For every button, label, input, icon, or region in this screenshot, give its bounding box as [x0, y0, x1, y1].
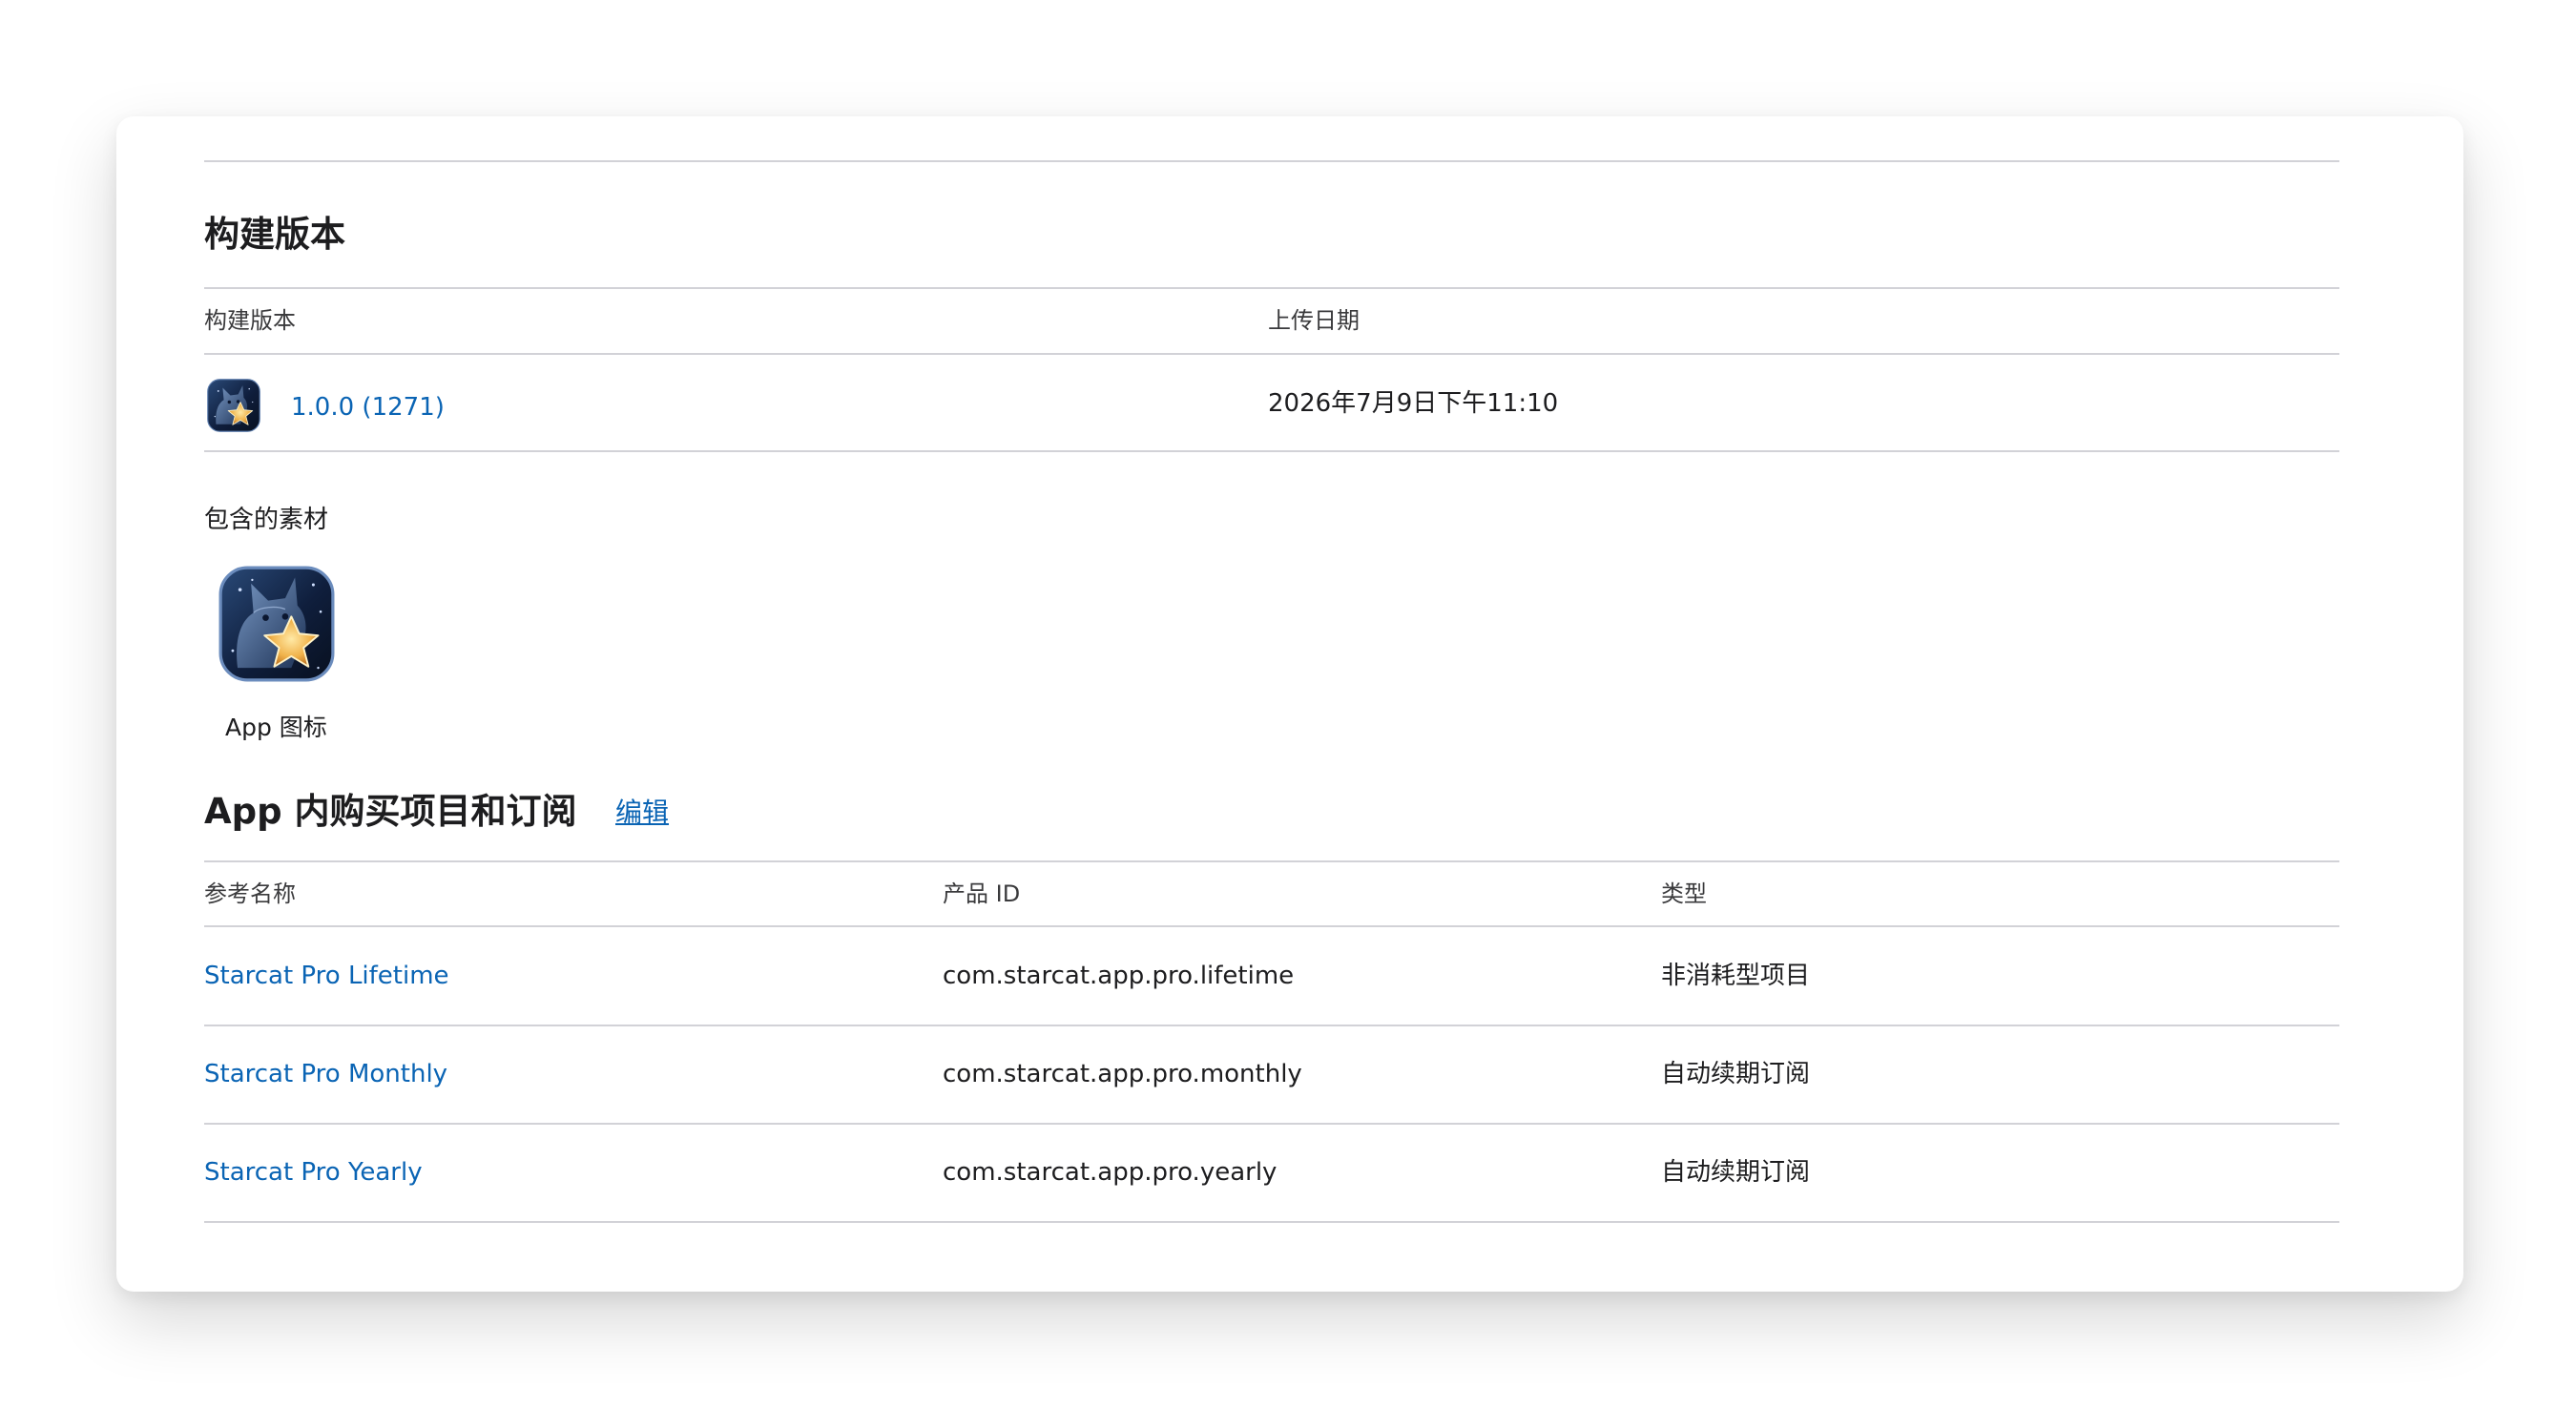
build-version-link[interactable]: 1.0.0 (1271) [291, 395, 445, 420]
build-upload-date: 2026年7月9日下午11:10 [1268, 389, 1559, 418]
app-store-connect-panel: 构建版本 构建版本 上传日期 1.0.0 (1271) 2026年7月9日下午1… [116, 116, 2463, 1292]
included-assets-heading: 包含的素材 [204, 506, 329, 534]
iap-row-3-reference-name-link[interactable]: Starcat Pro Yearly [204, 1160, 423, 1185]
iap-row-3-product-id: com.starcat.app.pro.yearly [943, 1158, 1278, 1187]
app-icon-cat-star-large-icon [218, 566, 335, 682]
builds-table-top-divider [204, 287, 2339, 289]
builds-header-divider [204, 353, 2339, 355]
iap-row-2-type: 自动续期订阅 [1661, 1060, 1811, 1088]
iap-section-title: App 内购买项目和订阅 [204, 791, 577, 832]
iap-row-2-divider [204, 1123, 2339, 1125]
builds-column-header-build: 构建版本 [204, 307, 296, 334]
iap-table-top-divider [204, 860, 2339, 862]
iap-row-3-type: 自动续期订阅 [1661, 1158, 1811, 1187]
iap-row-1-product-id: com.starcat.app.pro.lifetime [943, 962, 1295, 990]
builds-section-title: 构建版本 [204, 214, 345, 255]
app-icon-cat-star-icon [207, 379, 260, 432]
iap-column-header-reference-name: 参考名称 [204, 880, 296, 907]
top-divider [204, 160, 2339, 162]
iap-row-1-divider [204, 1025, 2339, 1026]
iap-row-2-reference-name-link[interactable]: Starcat Pro Monthly [204, 1062, 447, 1087]
builds-row-divider [204, 450, 2339, 452]
iap-row-1-reference-name-link[interactable]: Starcat Pro Lifetime [204, 963, 449, 988]
asset-app-icon[interactable] [216, 563, 338, 685]
iap-edit-link[interactable]: 编辑 [615, 799, 669, 826]
iap-column-header-product-id: 产品 ID [943, 880, 1021, 907]
iap-row-3-divider [204, 1221, 2339, 1223]
build-app-icon [206, 378, 261, 433]
iap-row-1-type: 非消耗型项目 [1661, 962, 1811, 990]
asset-app-icon-label: App 图标 [225, 714, 327, 741]
iap-row-2-product-id: com.starcat.app.pro.monthly [943, 1060, 1302, 1088]
iap-header-divider [204, 925, 2339, 927]
iap-column-header-type: 类型 [1661, 880, 1707, 907]
builds-column-header-upload-date: 上传日期 [1268, 307, 1360, 334]
